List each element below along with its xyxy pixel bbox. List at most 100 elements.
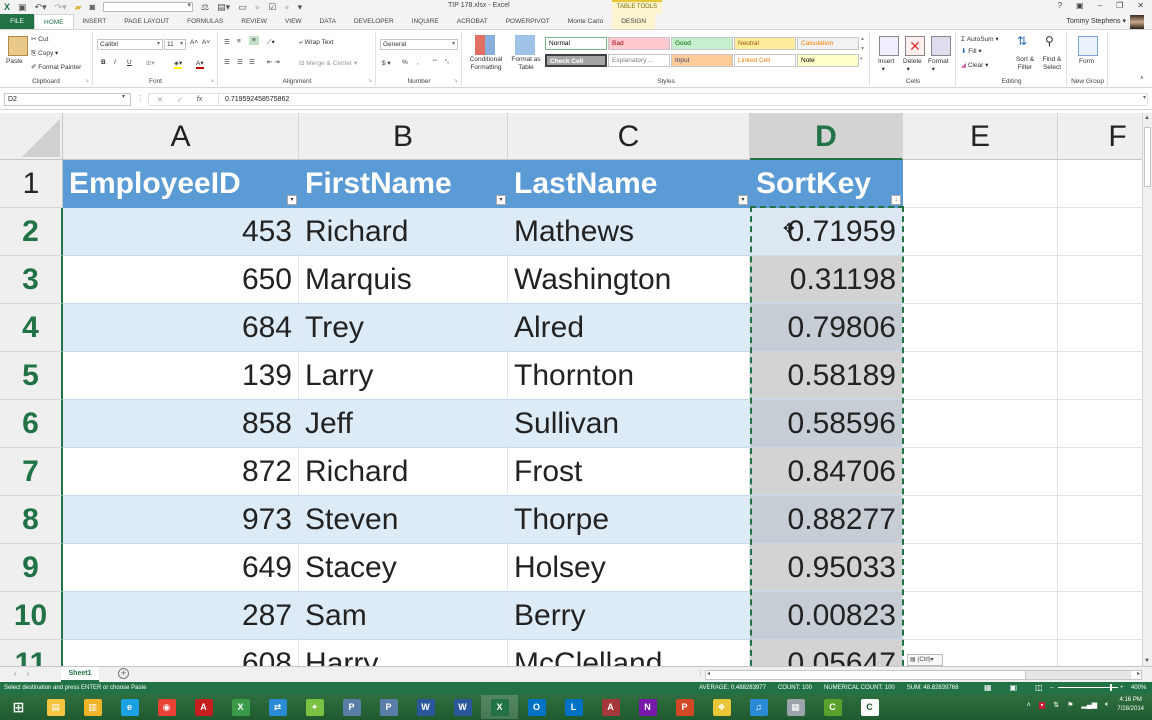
cell-first-name[interactable]: Harry [299, 640, 508, 666]
align-top-icon[interactable]: ☰ [224, 38, 230, 46]
save-icon[interactable]: ▣ [18, 1, 27, 13]
column-header-a[interactable]: A [63, 113, 299, 160]
align-middle-icon[interactable]: ≡ [237, 38, 241, 45]
row-header[interactable]: 10 [0, 592, 63, 640]
row-header[interactable]: 11 [0, 640, 63, 666]
cell-sort-key[interactable]: 0.31198 [750, 256, 903, 304]
zoom-level[interactable]: 400% [1131, 682, 1146, 694]
percent-button[interactable]: % [402, 59, 408, 66]
empty-cell[interactable] [1058, 160, 1142, 208]
taskbar-access[interactable]: A [592, 695, 629, 719]
number-format-combo[interactable]: General [380, 39, 458, 50]
gallery-more-icon[interactable]: ▾ [860, 56, 863, 62]
form-icon[interactable]: ▤▾ [217, 1, 230, 13]
cell-first-name[interactable]: Stacey [299, 544, 508, 592]
user-name[interactable]: Tommy Stephens ▾ [1066, 17, 1126, 25]
taskbar-sync[interactable]: ⇄ [259, 695, 296, 719]
comma-button[interactable]: , [417, 59, 419, 66]
format-cells-icon[interactable] [931, 36, 951, 56]
open-folder-icon[interactable]: ▰ [75, 1, 82, 13]
dialog-launcher-icon[interactable]: ↘ [85, 78, 89, 84]
column-header-b[interactable]: B [299, 113, 508, 160]
selection-statistics[interactable]: AVERAGE: 0.488283977 COUNT: 100 NUMERICA… [699, 682, 958, 694]
cell-first-name[interactable]: Trey [299, 304, 508, 352]
tab-acrobat[interactable]: ACROBAT [448, 14, 497, 29]
clear-button[interactable]: ◢ Clear ▾ [961, 61, 988, 69]
delete-button[interactable]: Delete ▾ [903, 58, 922, 73]
expand-formula-bar-icon[interactable]: ▾ [1143, 94, 1146, 101]
zoom-in-icon[interactable]: + [1120, 682, 1124, 694]
taskbar-acrobat[interactable]: A [185, 695, 222, 719]
taskbar-project-green[interactable]: ✦ [296, 695, 333, 719]
row-header[interactable]: 9 [0, 544, 63, 592]
redo-icon[interactable]: ↷▾ [55, 1, 67, 13]
prev-sheet-icon[interactable]: ‹ [14, 669, 17, 678]
cell-employee-id[interactable]: 684 [63, 304, 299, 352]
cell-last-name[interactable]: Holsey [508, 544, 750, 592]
empty-cell[interactable] [903, 160, 1058, 208]
cell-sort-key[interactable]: 0.05647 [750, 640, 903, 666]
cell-employee-id[interactable]: 973 [63, 496, 299, 544]
cell-sort-key[interactable]: 0.84706 [750, 448, 903, 496]
empty-cell[interactable] [903, 448, 1058, 496]
volume-icon[interactable]: 🔈︎ [1105, 701, 1109, 709]
cell-employee-id[interactable]: 858 [63, 400, 299, 448]
tray-app-icon[interactable]: ▪ [1038, 701, 1046, 709]
binoculars-icon[interactable]: ⚲ [1045, 34, 1054, 48]
orientation-icon[interactable]: ⟋▾ [267, 38, 275, 47]
normal-view-icon[interactable]: ▦ [984, 682, 992, 694]
borders-icon[interactable]: ⊞▾ [146, 59, 155, 67]
zoom-slider[interactable] [1058, 687, 1118, 688]
cell-first-name[interactable]: Steven [299, 496, 508, 544]
empty-cell[interactable] [903, 544, 1058, 592]
empty-cell[interactable] [1058, 304, 1142, 352]
column-header-e[interactable]: E [903, 113, 1058, 160]
collapse-ribbon-icon[interactable]: ˄ [1140, 76, 1144, 82]
paste-button[interactable]: Paste [6, 58, 23, 65]
name-box[interactable]: D2 [4, 93, 131, 106]
empty-cell[interactable] [1058, 208, 1142, 256]
cut-button[interactable]: ✂ Cut [31, 35, 48, 43]
empty-cell[interactable] [1058, 448, 1142, 496]
insert-function-icon[interactable]: fx [197, 96, 202, 103]
circle-icon[interactable]: ● [255, 1, 260, 13]
format-as-table-button[interactable]: Format as Table [508, 56, 544, 72]
ribbon-display-icon[interactable]: ▣ [1076, 1, 1084, 10]
restore-icon[interactable]: ❐ [1116, 1, 1123, 10]
help-icon[interactable]: ? [1058, 1, 1062, 10]
header-cell-lastname[interactable]: LastName ▾ [508, 160, 750, 208]
format-painter-button[interactable]: ✐ Format Painter [31, 63, 81, 71]
cell-style-explanatory[interactable]: Explanatory ... [608, 54, 670, 67]
row-header[interactable]: 2 [0, 208, 63, 256]
find-select-button[interactable]: Find & Select [1039, 56, 1065, 72]
column-header-f[interactable]: F [1058, 113, 1142, 160]
horizontal-scroll-track[interactable] [1026, 671, 1131, 679]
column-header-d[interactable]: D [750, 113, 903, 160]
empty-cell[interactable] [903, 352, 1058, 400]
form-icon[interactable] [1078, 36, 1098, 56]
cell-style-note[interactable]: Note [797, 54, 859, 67]
indent-icons[interactable]: ⇤ ⇥ [267, 58, 280, 66]
row-header[interactable]: 8 [0, 496, 63, 544]
filter-dropdown-icon[interactable]: ▾ [496, 195, 506, 205]
close-icon[interactable]: ✕ [1137, 1, 1144, 10]
cell-first-name[interactable]: Larry [299, 352, 508, 400]
vertical-scroll-thumb[interactable] [1144, 127, 1151, 187]
action-center-flag-icon[interactable]: ⚑ [1067, 701, 1073, 709]
empty-cell[interactable] [903, 592, 1058, 640]
tab-home[interactable]: HOME [34, 14, 74, 29]
scroll-up-icon[interactable]: ▲ [1144, 115, 1150, 121]
cell-last-name[interactable]: Thorpe [508, 496, 750, 544]
fill-color-icon[interactable]: ◈▾ [174, 59, 183, 69]
taskbar-powerpoint[interactable]: P [666, 695, 703, 719]
scroll-left-icon[interactable]: ◂ [707, 670, 710, 677]
align-left-icon[interactable]: ☰ [224, 58, 230, 66]
taskbar-internet-explorer[interactable]: e [111, 695, 148, 719]
cell-last-name[interactable]: Thornton [508, 352, 750, 400]
cell-style-linked-cell[interactable]: Linked Cell [734, 54, 796, 67]
cell-sort-key[interactable]: 0.71959 [750, 208, 903, 256]
empty-cell[interactable] [1058, 400, 1142, 448]
empty-cell[interactable] [1058, 640, 1142, 666]
circle-icon[interactable]: ● [284, 1, 289, 13]
font-color-icon[interactable]: A▾ [196, 59, 204, 69]
